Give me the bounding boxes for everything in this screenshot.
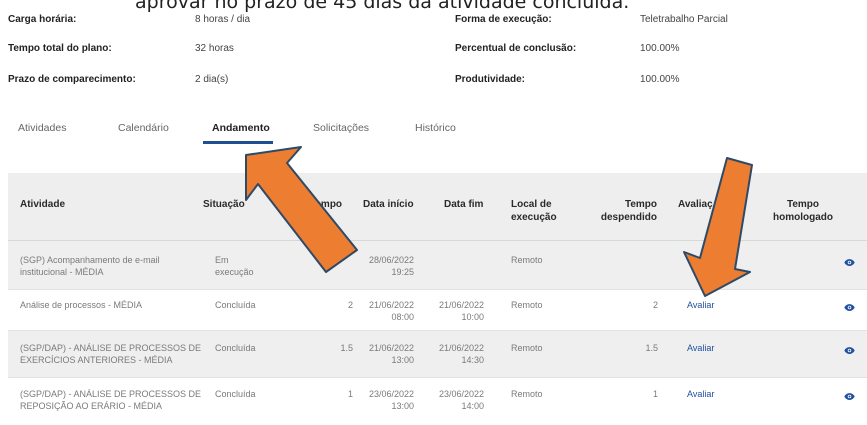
arrow-to-avaliar-icon: [683, 157, 753, 297]
arrow-to-andamento-icon: [245, 146, 358, 273]
annotation-arrows: [245, 146, 753, 297]
